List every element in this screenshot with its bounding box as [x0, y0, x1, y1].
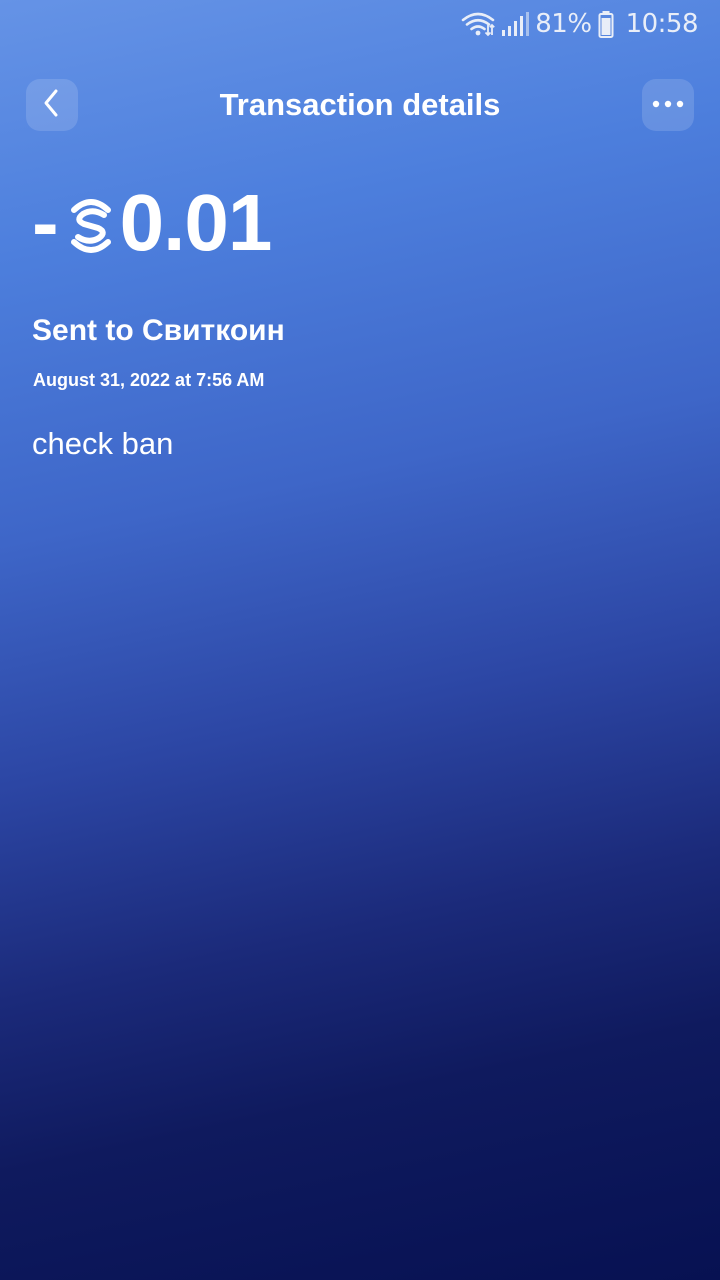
sweetcoin-icon: [66, 191, 120, 255]
transaction-amount: - 0.01: [32, 178, 273, 268]
more-options-button[interactable]: [642, 79, 694, 131]
wifi-icon: [461, 11, 496, 37]
transaction-memo: check ban: [32, 426, 174, 461]
status-bar: 81% 10:58: [0, 0, 720, 48]
signal-icon: [501, 11, 530, 37]
page-title: Transaction details: [219, 87, 501, 122]
header: Transaction details: [26, 79, 694, 131]
battery-icon: [598, 10, 614, 38]
amount-value: 0.01: [119, 178, 273, 267]
battery-percent: 81%: [535, 9, 592, 39]
transaction-date: August 31, 2022 at 7:56 AM: [33, 370, 265, 390]
status-time: 10:58: [625, 9, 699, 39]
more-horizontal-icon: [650, 96, 686, 114]
recipient-label: Sent to Свиткоин: [32, 314, 285, 347]
amount-sign: -: [32, 178, 59, 267]
